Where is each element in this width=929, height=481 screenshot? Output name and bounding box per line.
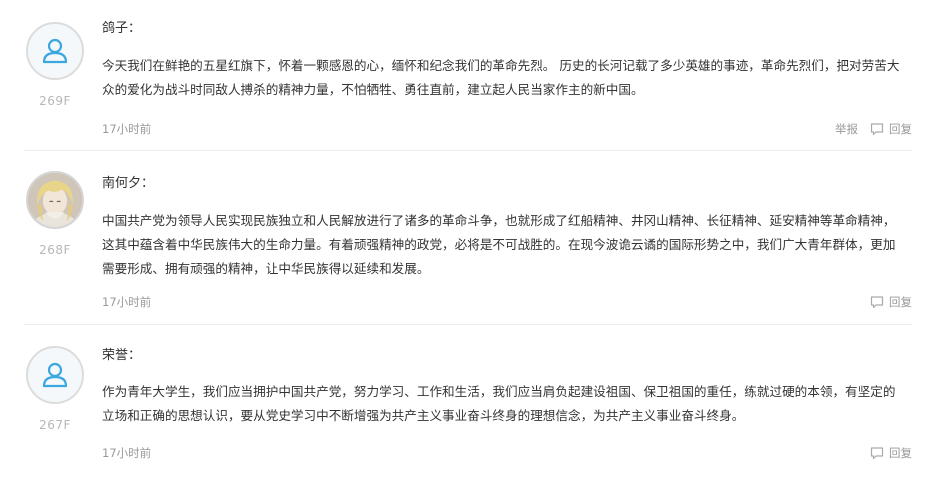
avatar[interactable] [26, 22, 84, 80]
comment-list: 269F 鸽子： 今天我们在鲜艳的五星红旗下，怀着一颗感恩的心，缅怀和纪念我们的… [0, 0, 929, 481]
comment-item: 267F 荣誉： 作为青年大学生，我们应当拥护中国共产党，努力学习、工作和生活，… [24, 325, 912, 475]
comment-bubble-icon [870, 447, 884, 460]
floor-number: 268F [39, 243, 71, 257]
avatar-column: 269F [24, 22, 86, 108]
avatar[interactable] [26, 171, 84, 229]
comment-text: 今天我们在鲜艳的五星红旗下，怀着一颗感恩的心，缅怀和纪念我们的革命先烈。 历史的… [102, 58, 900, 97]
avatar-column: 268F [24, 171, 86, 257]
comment-meta: 17小时前 回复 [102, 294, 912, 312]
comment-text: 中国共产党为领导人民实现民族独立和人民解放进行了诸多的革命斗争，也就形成了红船精… [102, 213, 896, 276]
comment-item: 269F 鸽子： 今天我们在鲜艳的五星红旗下，怀着一颗感恩的心，缅怀和纪念我们的… [24, 0, 912, 151]
timestamp: 17小时前 [102, 295, 152, 309]
floor-number: 267F [39, 418, 71, 432]
timestamp: 17小时前 [102, 446, 152, 460]
username[interactable]: 鸽子： [102, 20, 912, 38]
reply-label: 回复 [889, 122, 912, 136]
comment-text: 作为青年大学生，我们应当拥护中国共产党，努力学习、工作和生活，我们应当肩负起建设… [102, 384, 896, 423]
comment-bubble-icon [870, 296, 884, 309]
reply-label: 回复 [889, 446, 912, 460]
comment-bubble-icon [870, 123, 884, 136]
default-user-icon [42, 38, 68, 64]
username[interactable]: 荣誉： [102, 347, 912, 365]
comment-actions: 举报 回复 [835, 121, 912, 137]
timestamp: 17小时前 [102, 122, 152, 136]
avatar[interactable] [26, 346, 84, 404]
default-user-icon [42, 362, 68, 388]
comment-content: 鸽子： 今天我们在鲜艳的五星红旗下，怀着一颗感恩的心，缅怀和纪念我们的革命先烈。… [102, 20, 912, 102]
comment-content: 南何夕： 中国共产党为领导人民实现民族独立和人民解放进行了诸多的革命斗争，也就形… [102, 175, 912, 281]
avatar-column: 267F [24, 346, 86, 432]
reply-button[interactable]: 回复 [870, 294, 912, 310]
reply-label: 回复 [889, 295, 912, 309]
comment-item: 268F 南何夕： 中国共产党为领导人民实现民族独立和人民解放进行了诸多的革命斗… [24, 151, 912, 325]
comment-meta: 17小时前 举报 回复 [102, 121, 912, 139]
reply-button[interactable]: 回复 [870, 121, 912, 137]
user-photo-icon [28, 173, 82, 227]
floor-number: 269F [39, 94, 71, 108]
comment-content: 荣誉： 作为青年大学生，我们应当拥护中国共产党，努力学习、工作和生活，我们应当肩… [102, 347, 912, 428]
report-button[interactable]: 举报 [835, 121, 858, 137]
reply-button[interactable]: 回复 [870, 445, 912, 461]
username[interactable]: 南何夕： [102, 175, 912, 193]
comment-meta: 17小时前 回复 [102, 445, 912, 463]
comment-actions: 回复 [870, 294, 912, 310]
comment-actions: 回复 [870, 445, 912, 461]
